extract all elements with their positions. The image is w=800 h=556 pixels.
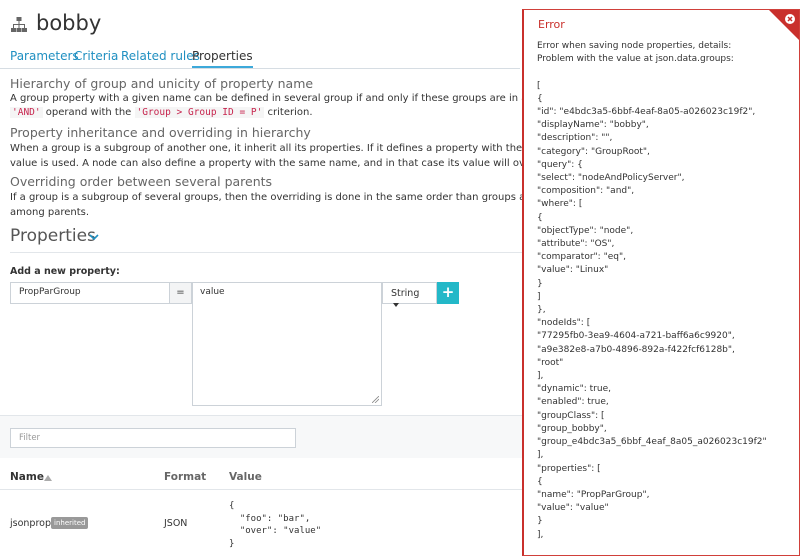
tab-parameters[interactable]: Parameters [10,49,79,63]
column-header-name[interactable]: Name [10,471,44,483]
divider [0,489,530,490]
add-property-label: Add a new property: [10,266,120,277]
page-title: bobby [36,11,102,35]
divider [10,252,525,253]
doc-heading-hierarchy: Hierarchy of group and unicity of proper… [10,76,314,91]
error-title: Error [538,18,565,31]
property-name-input[interactable]: PropParGroup [10,282,170,304]
properties-title[interactable]: Properties [10,226,96,246]
error-notification: Error Error when saving node properties,… [522,9,800,556]
add-property-button[interactable]: + [437,282,459,304]
property-row-value: { "foo": "bar", "over": "value" } [229,501,322,549]
doc-text: When a group is a subgroup of another on… [10,143,530,154]
property-value-textarea[interactable]: value [192,282,382,406]
equals-sign: = [169,282,192,304]
code-snippet: 'AND' [10,107,43,118]
tab-properties[interactable]: Properties [192,49,253,68]
doc-text: among parents. [10,207,90,218]
property-row-name: jsonprop [10,518,51,529]
inherited-badge: inherited [51,517,89,529]
sort-up-icon[interactable] [44,475,52,481]
doc-text: criterion. [264,107,313,118]
tree-icon [11,17,27,32]
doc-text: 'AND' operand with the 'Group > Group ID… [10,105,530,121]
error-message: Error when saving node properties, detai… [537,41,767,540]
doc-text: If a group is a subgroup of several grou… [10,192,530,203]
resize-grip-icon[interactable] [372,396,379,403]
close-icon[interactable] [769,10,799,40]
column-header-value[interactable]: Value [229,471,262,483]
format-dropdown-label: String [391,288,420,299]
chevron-down-icon[interactable] [89,232,99,242]
caret-down-icon [393,302,399,307]
column-header-format[interactable]: Format [164,471,206,483]
doc-text: value is used. A node can also define a … [10,158,530,169]
tab-related-rules[interactable]: Related rules [121,49,200,63]
property-value-text: value [200,287,225,297]
tab-bar: Parameters Criteria Related rules Proper… [0,49,520,69]
filter-input[interactable]: Filter [10,428,296,448]
format-dropdown[interactable]: String [382,282,437,307]
doc-text: operand with the [42,107,135,118]
doc-heading-inheritance: Property inheritance and overriding in h… [10,125,311,140]
code-snippet: 'Group > Group ID = P' [134,107,265,118]
tab-criteria[interactable]: Criteria [74,49,118,63]
property-row-format: JSON [164,518,188,529]
doc-heading-overriding: Overriding order between several parents [10,174,273,189]
